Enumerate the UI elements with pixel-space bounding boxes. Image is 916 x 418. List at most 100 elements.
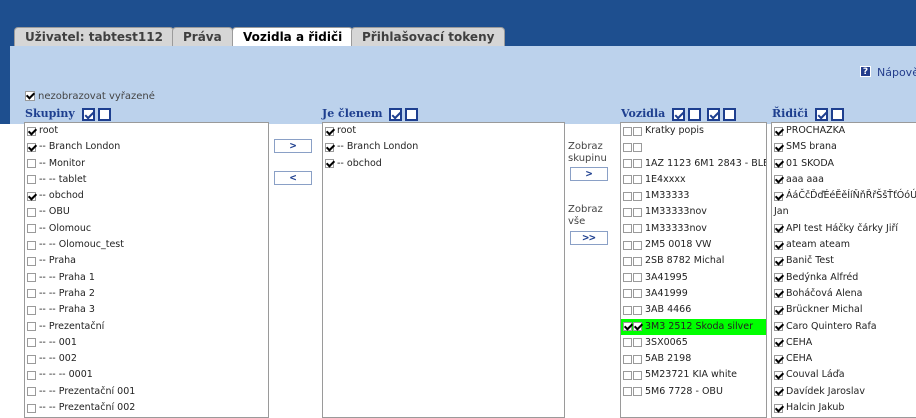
vehicles-select-all-icon[interactable] bbox=[672, 107, 686, 121]
vehicle-checkbox-a[interactable] bbox=[623, 191, 632, 201]
driver-item[interactable]: Couval Láďa bbox=[772, 367, 916, 383]
vehicle-checkbox-a[interactable] bbox=[623, 387, 632, 397]
filter-hide-retired[interactable]: nezobrazovat vyřazené bbox=[25, 91, 155, 102]
vehicle-checkbox-b[interactable] bbox=[633, 370, 642, 380]
vehicle-item[interactable]: 3A41999 bbox=[621, 286, 766, 302]
driver-item[interactable]: CEHA bbox=[772, 351, 916, 367]
group-item[interactable]: -- obchod bbox=[25, 188, 268, 204]
tab-vehicles-drivers[interactable]: Vozidla a řidiči bbox=[232, 27, 354, 47]
vehicle-item[interactable]: 5M6 7728 - OBU bbox=[621, 384, 766, 400]
vehicle-checkbox-a[interactable] bbox=[623, 126, 632, 136]
driver-checkbox[interactable] bbox=[774, 273, 783, 283]
group-checkbox[interactable] bbox=[27, 387, 36, 397]
vehicle-item[interactable]: 5AB 2198 bbox=[621, 351, 766, 367]
vehicle-checkbox-b[interactable] bbox=[633, 142, 642, 152]
vehicle-item[interactable]: 2M5 0018 VW bbox=[621, 237, 766, 253]
driver-checkbox[interactable] bbox=[774, 370, 783, 380]
vehicle-checkbox-a[interactable] bbox=[623, 354, 632, 364]
member-item[interactable]: root bbox=[323, 123, 564, 139]
driver-item[interactable]: ÁáČčĎďÉéĚěÍíŇňŘřŠšŤťÓóÚúŮůÝý bbox=[772, 188, 916, 204]
vehicle-checkbox-b[interactable] bbox=[633, 305, 642, 315]
vehicle-checkbox-b[interactable] bbox=[633, 387, 642, 397]
group-checkbox[interactable] bbox=[27, 224, 36, 234]
vehicle-checkbox-a[interactable] bbox=[623, 370, 632, 380]
vehicle-checkbox-a[interactable] bbox=[623, 224, 632, 234]
vehicle-item[interactable]: 1M33333nov bbox=[621, 204, 766, 220]
member-select-all-icon[interactable] bbox=[389, 107, 403, 121]
vehicle-checkbox-b[interactable] bbox=[633, 207, 642, 217]
driver-item[interactable]: Davídek Jaroslav bbox=[772, 384, 916, 400]
driver-item[interactable]: Halcin Jakub bbox=[772, 400, 916, 416]
group-item[interactable]: -- -- Praha 3 bbox=[25, 302, 268, 318]
show-all-button[interactable]: >> bbox=[570, 231, 608, 245]
driver-item[interactable]: PROCHAZKA bbox=[772, 123, 916, 139]
group-item[interactable]: -- -- Prezentační 002 bbox=[25, 400, 268, 416]
driver-checkbox[interactable] bbox=[774, 191, 783, 201]
vehicles-select-none-icon[interactable] bbox=[688, 107, 702, 121]
group-checkbox[interactable] bbox=[27, 240, 36, 250]
group-item[interactable]: -- Olomouc bbox=[25, 221, 268, 237]
group-checkbox[interactable] bbox=[27, 289, 36, 299]
driver-item[interactable]: Bedýnka Alfréd bbox=[772, 270, 916, 286]
vehicle-item[interactable] bbox=[621, 139, 766, 155]
driver-checkbox[interactable] bbox=[774, 240, 783, 250]
vehicle-checkbox-a[interactable] bbox=[623, 338, 632, 348]
vehicle-checkbox-a[interactable] bbox=[623, 142, 632, 152]
group-item[interactable]: -- -- tablet bbox=[25, 172, 268, 188]
driver-checkbox[interactable] bbox=[774, 305, 783, 315]
drivers-select-none-icon[interactable] bbox=[830, 107, 844, 121]
driver-checkbox[interactable] bbox=[774, 289, 783, 299]
group-item[interactable]: root bbox=[25, 123, 268, 139]
vehicle-checkbox-a[interactable] bbox=[623, 159, 632, 169]
group-checkbox[interactable] bbox=[27, 338, 36, 348]
group-item[interactable]: -- OBU bbox=[25, 204, 268, 220]
vehicle-checkbox-b[interactable] bbox=[633, 224, 642, 234]
driver-checkbox[interactable] bbox=[774, 322, 783, 332]
vehicle-item[interactable]: 3A41995 bbox=[621, 270, 766, 286]
group-checkbox[interactable] bbox=[27, 322, 36, 332]
vehicle-checkbox-a[interactable] bbox=[623, 273, 632, 283]
vehicle-checkbox-a[interactable] bbox=[623, 175, 632, 185]
driver-item[interactable]: CEHA bbox=[772, 335, 916, 351]
driver-checkbox[interactable] bbox=[774, 175, 783, 185]
group-checkbox[interactable] bbox=[27, 191, 36, 201]
tab-login-tokens[interactable]: Přihlašovací tokeny bbox=[351, 27, 506, 46]
show-group-button[interactable]: > bbox=[570, 167, 608, 181]
group-checkbox[interactable] bbox=[27, 273, 36, 283]
group-checkbox[interactable] bbox=[27, 126, 36, 136]
driver-checkbox[interactable] bbox=[774, 338, 783, 348]
driver-checkbox[interactable] bbox=[774, 142, 783, 152]
vehicle-checkbox-a[interactable] bbox=[623, 256, 632, 266]
vehicle-checkbox-b[interactable] bbox=[633, 273, 642, 283]
vehicle-checkbox-a[interactable] bbox=[623, 322, 632, 332]
group-checkbox[interactable] bbox=[27, 159, 36, 169]
vehicle-item[interactable]: 3AB 4466 bbox=[621, 302, 766, 318]
driver-item[interactable]: Caro Quintero Rafa bbox=[772, 319, 916, 335]
vehicle-checkbox-b[interactable] bbox=[633, 256, 642, 266]
vehicles-select-none-2-icon[interactable] bbox=[723, 107, 737, 121]
driver-checkbox[interactable] bbox=[774, 159, 783, 169]
group-item[interactable]: -- -- Prezentační 001 bbox=[25, 384, 268, 400]
group-checkbox[interactable] bbox=[27, 370, 36, 380]
filter-checkbox[interactable] bbox=[25, 91, 35, 101]
help-link[interactable]: Nápověda bbox=[877, 66, 916, 79]
vehicle-checkbox-a[interactable] bbox=[623, 207, 632, 217]
group-item[interactable]: -- -- 002 bbox=[25, 351, 268, 367]
vehicle-item[interactable]: 5M23721 KIA white bbox=[621, 367, 766, 383]
vehicle-item[interactable]: Kratky popis bbox=[621, 123, 766, 139]
member-checkbox[interactable] bbox=[325, 126, 334, 136]
group-checkbox[interactable] bbox=[27, 175, 36, 185]
groups-select-none-icon[interactable] bbox=[97, 107, 111, 121]
remove-from-group-button[interactable]: < bbox=[274, 171, 312, 185]
member-item[interactable]: -- obchod bbox=[323, 156, 564, 172]
vehicles-select-all-2-icon[interactable] bbox=[707, 107, 721, 121]
vehicle-item-selected[interactable]: 3M3 2512 Skoda silver bbox=[621, 318, 766, 335]
vehicle-checkbox-a[interactable] bbox=[623, 305, 632, 315]
vehicle-item[interactable]: 3SX0065 bbox=[621, 335, 766, 351]
member-item[interactable]: -- Branch London bbox=[323, 139, 564, 155]
vehicle-checkbox-b[interactable] bbox=[633, 338, 642, 348]
driver-checkbox[interactable] bbox=[774, 354, 783, 364]
driver-checkbox[interactable] bbox=[774, 224, 783, 234]
vehicle-checkbox-b[interactable] bbox=[633, 289, 642, 299]
group-checkbox[interactable] bbox=[27, 207, 36, 217]
